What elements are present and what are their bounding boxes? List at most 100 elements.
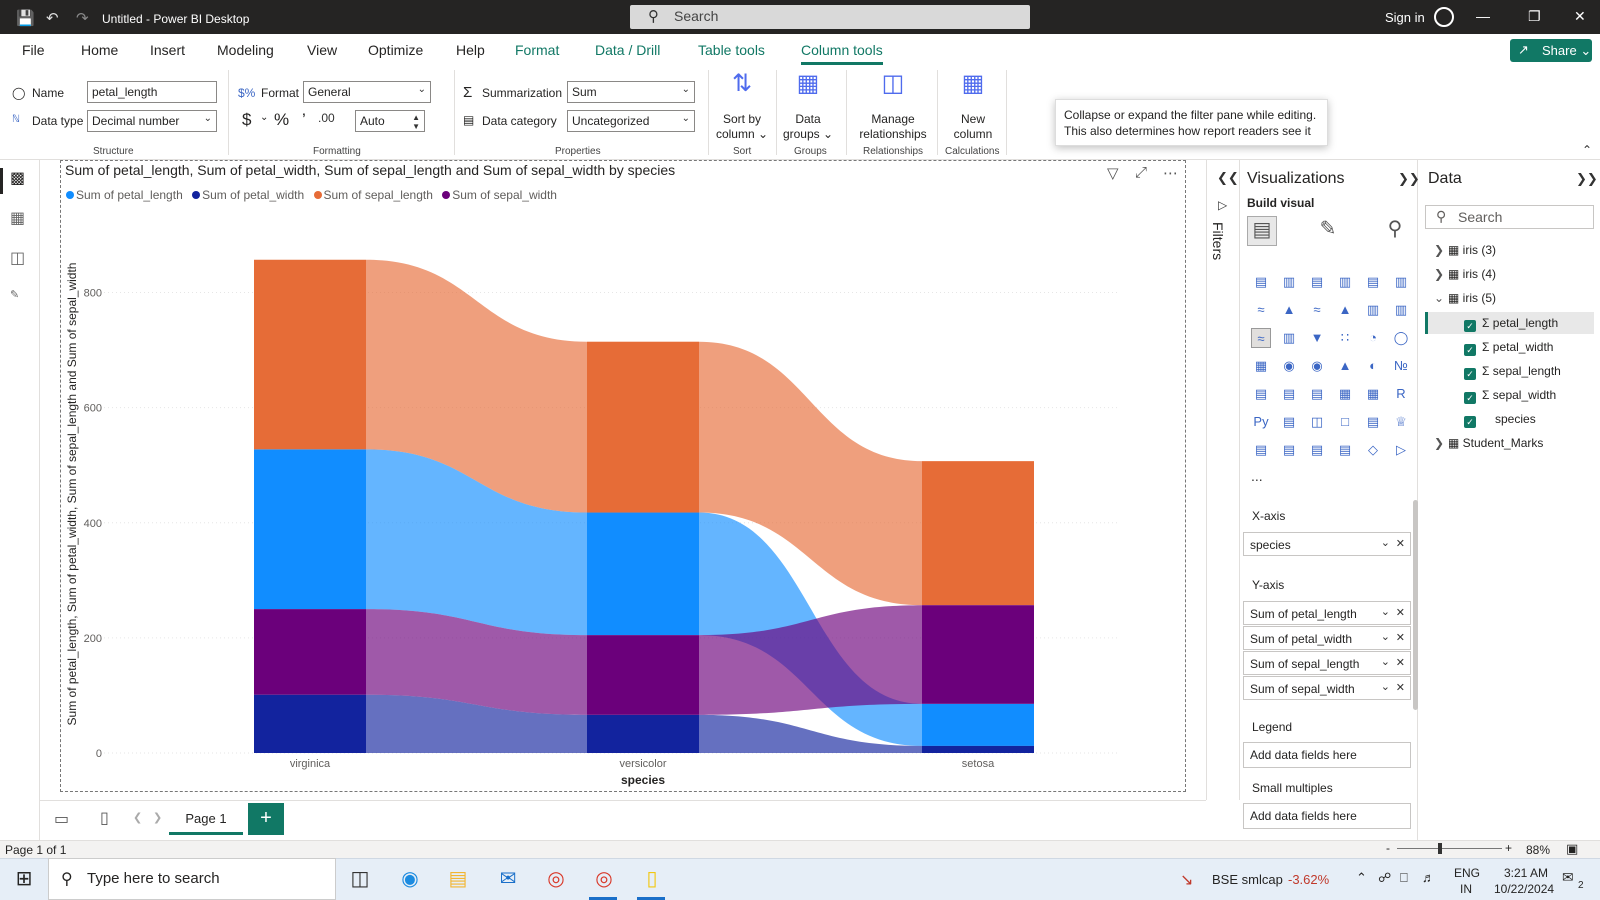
visual-type-icon[interactable]: ▥ [1391,272,1411,292]
clock-time[interactable]: 3:21 AM [1504,866,1548,880]
title-search-input[interactable]: ⚲ Search [630,5,1030,29]
model-view-icon[interactable]: ◫ [10,248,25,268]
analytics-tab-icon[interactable]: ⚲ [1380,216,1410,246]
expand-right-icon[interactable]: ❯❯ [1576,171,1598,187]
visual-type-icon[interactable]: ▤ [1363,272,1383,292]
page-tab[interactable]: Page 1 [169,801,243,835]
task-view-icon[interactable]: ◫ [346,866,374,891]
save-icon[interactable]: 💾 [16,9,35,27]
remove-icon[interactable]: ✕ [1396,656,1405,669]
visual-type-icon[interactable]: ∷ [1335,328,1355,348]
expand-right-icon[interactable]: ❯❯ [1398,171,1420,187]
summarization-select[interactable]: Sum ⌄ [567,81,695,103]
chrome-icon[interactable]: ◎ [542,866,570,891]
checkbox-checked-icon[interactable]: ✓ [1464,392,1476,404]
minimize-icon[interactable]: — [1476,8,1490,24]
field-node[interactable]: ✓ species [1464,412,1536,428]
visual-type-icon[interactable]: ▲ [1279,300,1299,320]
chevron-down-icon[interactable]: ⌄ [1381,605,1390,618]
small-multiples-well[interactable]: Add data fields here [1243,803,1411,829]
checkbox-checked-icon[interactable]: ✓ [1464,320,1476,332]
remove-icon[interactable]: ✕ [1396,681,1405,694]
visual-type-icon[interactable]: ◯ [1391,328,1411,348]
taskbar-search-input[interactable]: ⚲ Type here to search [48,858,336,900]
bar-segment[interactable] [587,341,699,513]
add-page-button[interactable]: + [248,803,284,835]
chevron-left-icon[interactable]: ❮ [133,811,142,824]
legend-field-well[interactable]: Add data fields here [1243,742,1411,768]
zoom-slider[interactable] [1397,848,1502,849]
decimals-stepper[interactable]: Auto ▲ ▼ [355,110,425,132]
clock-date[interactable]: 10/22/2024 [1494,882,1554,896]
bar-segment[interactable] [587,635,699,715]
visual-type-icon[interactable]: ▥ [1363,300,1383,320]
stock-name[interactable]: BSE smlcap [1212,872,1283,887]
chevron-down-icon[interactable]: ⌄ [1381,536,1390,549]
visual-type-icon[interactable]: □ [1335,412,1355,432]
visual-type-icon[interactable]: ▤ [1363,412,1383,432]
visual-type-icon[interactable]: ▥ [1335,272,1355,292]
new-column-button[interactable]: ▦ New column [943,72,1003,142]
visual-type-icon[interactable]: ▤ [1307,384,1327,404]
bar-segment[interactable] [587,714,699,753]
visual-type-icon[interactable]: ▤ [1279,384,1299,404]
undo-icon[interactable]: ↶ [46,9,59,27]
menu-format[interactable]: Format [515,42,559,58]
visual-type-icon[interactable]: ▤ [1307,440,1327,460]
mobile-layout-icon[interactable]: ▯ [100,808,109,828]
filter-icon[interactable]: ▽ [1107,164,1119,182]
data-groups-button[interactable]: ▦ Data groups ⌄ [780,72,836,142]
menu-insert[interactable]: Insert [150,42,185,58]
language-region[interactable]: IN [1460,882,1472,896]
chevron-down-icon[interactable]: ⌄ [1434,291,1448,305]
visual-type-icon[interactable]: ≈ [1251,300,1271,320]
sign-in-link[interactable]: Sign in [1385,10,1425,25]
visual-type-icon[interactable]: ▥ [1279,272,1299,292]
menu-modeling[interactable]: Modeling [217,42,274,58]
zoom-slider-thumb[interactable] [1438,843,1442,854]
menu-optimize[interactable]: Optimize [368,42,423,58]
visual-type-icon[interactable]: ◫ [1307,412,1327,432]
menu-data-drill[interactable]: Data / Drill [595,42,660,58]
decimal-icon[interactable]: .00 [318,111,335,125]
yaxis-field-well[interactable]: Sum of sepal_length ⌄ ✕ [1243,651,1411,675]
bar-segment[interactable] [922,745,1034,753]
visual-type-icon[interactable]: ▲ [1335,356,1355,376]
language-code[interactable]: ENG [1454,866,1480,880]
checkbox-checked-icon[interactable]: ✓ [1464,344,1476,356]
chevron-right-icon[interactable]: ❯ [1434,243,1448,257]
collapse-ribbon-icon[interactable]: ⌃ [1582,143,1592,157]
chevron-down-icon[interactable]: ⌄ [260,112,268,123]
visual-type-icon[interactable]: ◇ [1363,440,1383,460]
sort-by-column-button[interactable]: ⇅ Sort by column ⌄ [712,72,772,142]
fit-to-page-icon[interactable]: ▣ [1566,841,1578,857]
power-bi-icon[interactable]: ▯ [638,866,666,891]
mail-icon[interactable]: ✉ [494,866,522,891]
chevron-down-icon[interactable]: ⌄ [1381,655,1390,668]
datatype-select[interactable]: Decimal number ⌄ [87,110,217,132]
remove-icon[interactable]: ✕ [1396,631,1405,644]
more-options-icon[interactable]: ⋯ [1163,164,1178,182]
manage-relationships-button[interactable]: ◫ Manage relationships [852,72,934,142]
visual-type-icon[interactable]: ▼ [1307,328,1327,348]
yaxis-field-well[interactable]: Sum of sepal_width ⌄ ✕ [1243,676,1411,700]
dax-view-icon[interactable]: ✎ [10,288,19,301]
meet-icon[interactable]: ☍ [1378,870,1391,886]
chevron-right-icon[interactable]: ❯ [153,811,162,824]
visual-type-icon[interactable]: ▦ [1363,384,1383,404]
desktop-layout-icon[interactable]: ▭ [54,809,69,829]
visual-type-icon[interactable]: ◔ [1363,328,1383,348]
redo-icon[interactable]: ↷ [76,9,89,27]
bar-segment[interactable] [922,461,1034,606]
chevron-down-icon[interactable]: ⌄ [1381,630,1390,643]
format-visual-tab-icon[interactable]: ✎ [1313,216,1343,246]
chevron-up-icon[interactable]: ⌃ [1356,870,1367,886]
visual-type-icon[interactable]: R [1391,384,1411,404]
field-node[interactable]: ✓ Σ petal_width [1464,340,1553,356]
remove-icon[interactable]: ✕ [1396,606,1405,619]
report-view-icon[interactable]: ▩ [10,168,25,188]
menu-help[interactable]: Help [456,42,485,58]
field-node[interactable]: ✓ Σ petal_length [1464,316,1558,332]
table-view-icon[interactable]: ▦ [10,208,25,228]
yaxis-field-well[interactable]: Sum of petal_width ⌄ ✕ [1243,626,1411,650]
